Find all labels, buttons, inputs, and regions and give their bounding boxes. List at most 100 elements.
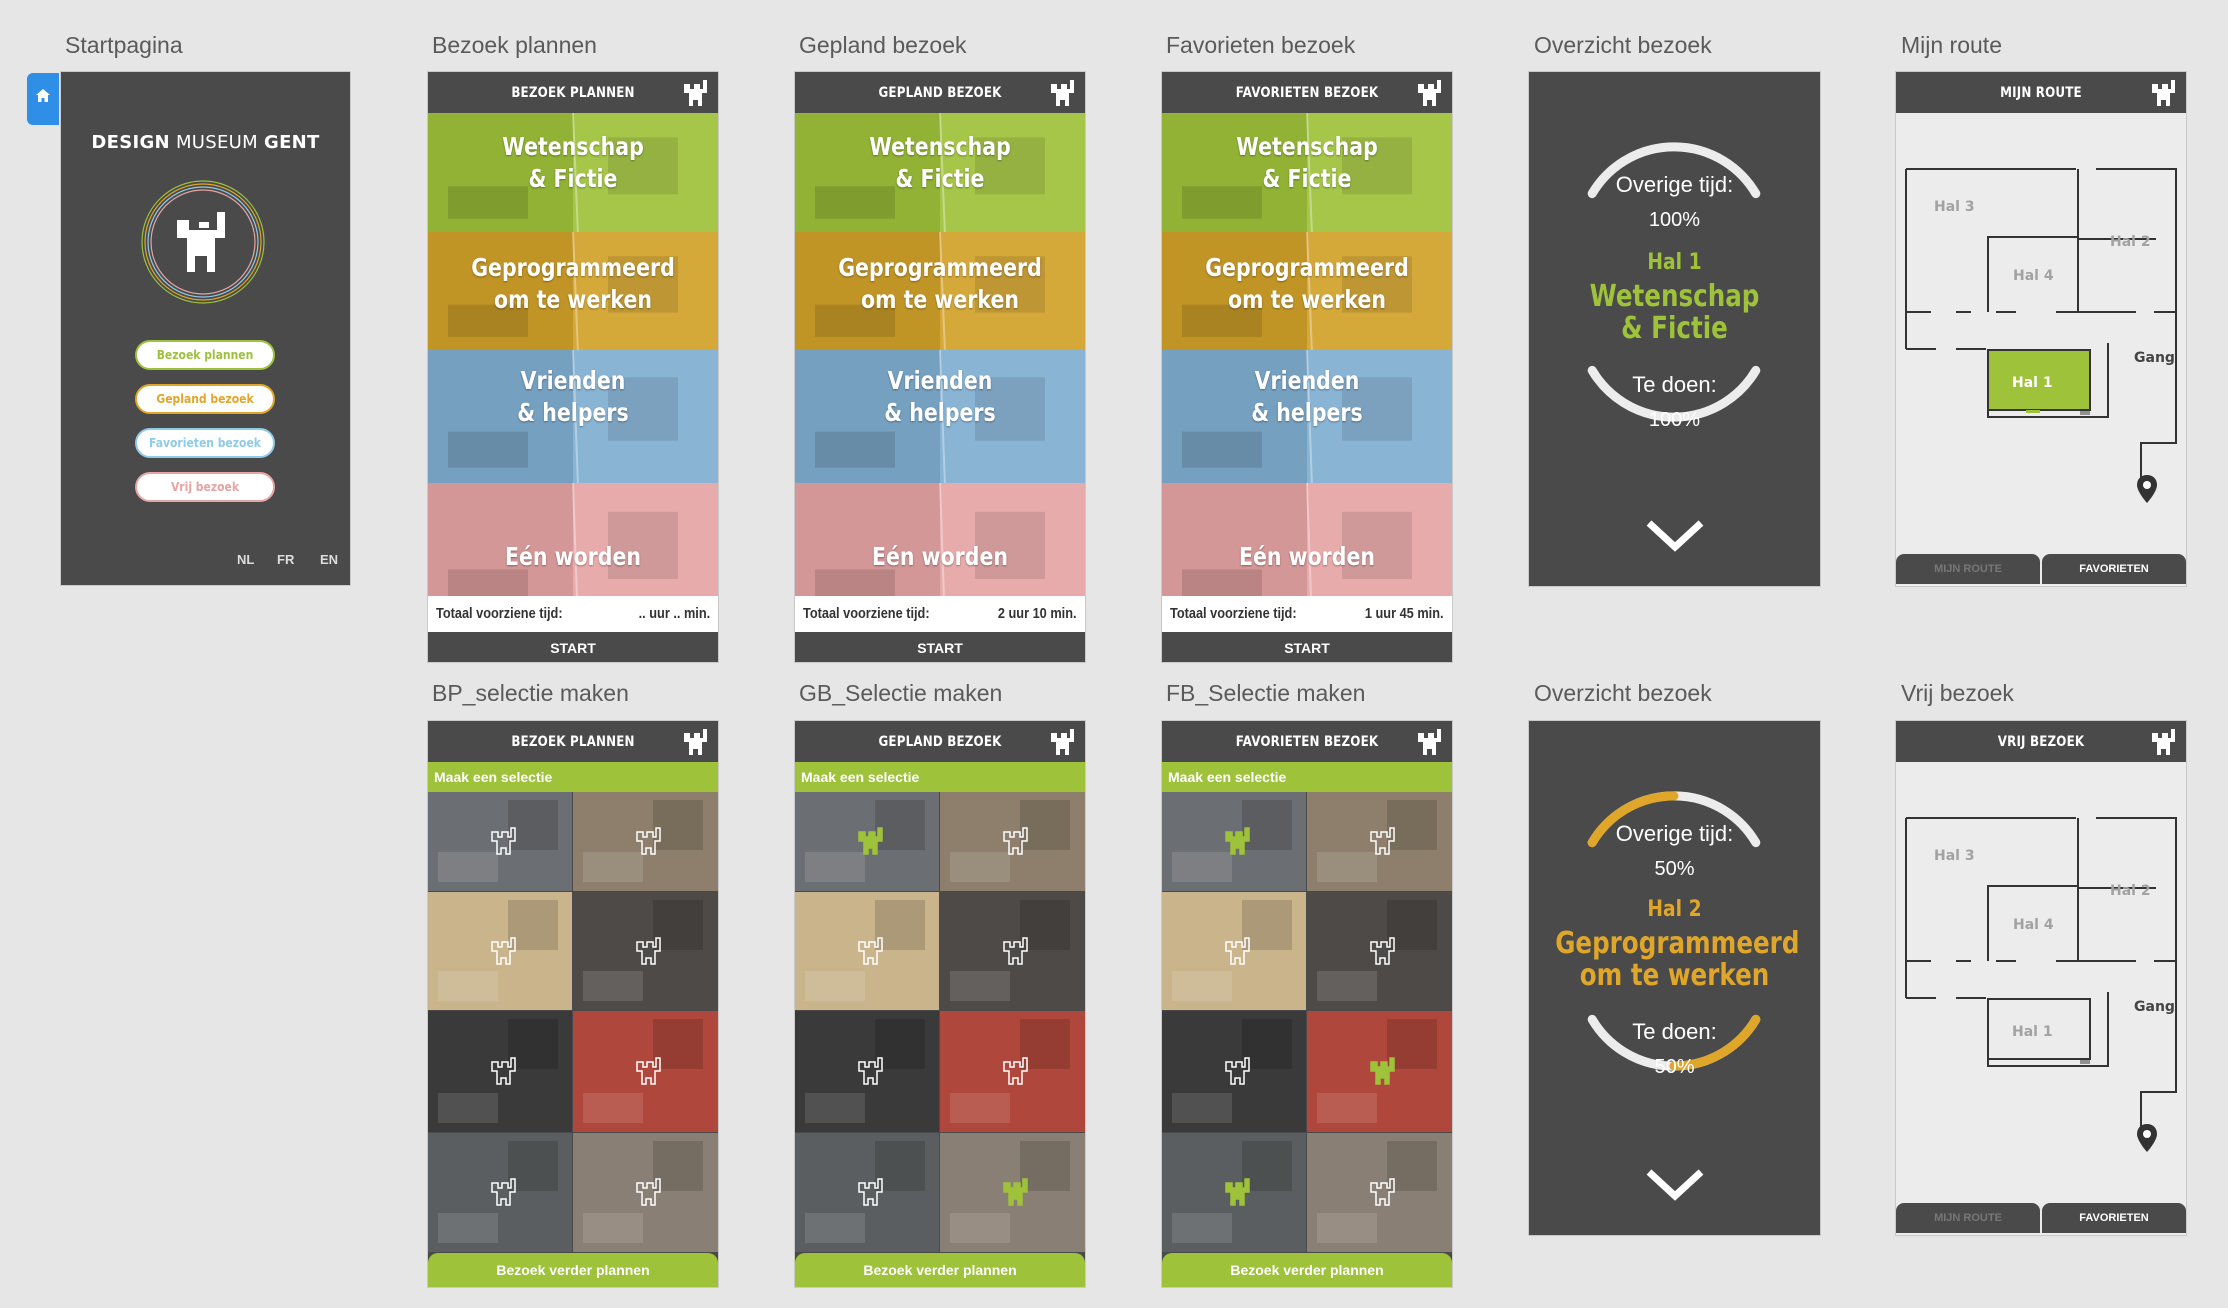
select-marker-icon[interactable] <box>1224 1177 1250 1207</box>
start-button[interactable]: START <box>1162 632 1452 662</box>
continue-planning-button[interactable]: Bezoek verder plannen <box>428 1253 718 1287</box>
chevron-down-icon[interactable] <box>1645 517 1705 553</box>
select-marker-icon[interactable] <box>1369 1177 1395 1207</box>
selection-photo[interactable] <box>573 792 718 891</box>
my-route-screen: MIJN ROUTE Hal 3 Hal 2 Hal 4 Hal 1 Gang … <box>1896 72 2186 586</box>
selection-photo[interactable] <box>1307 1133 1452 1252</box>
select-marker-icon[interactable] <box>635 1177 661 1207</box>
museum-logo-icon[interactable] <box>1416 727 1442 755</box>
selection-photo[interactable] <box>1307 892 1452 1010</box>
selection-photo[interactable] <box>1162 792 1306 891</box>
museum-logo-icon[interactable] <box>682 727 708 755</box>
plan-visit-button[interactable]: Bezoek plannen <box>135 340 275 370</box>
selection-photo[interactable] <box>1307 792 1452 891</box>
current-category-line2: & Fictie <box>1621 311 1728 346</box>
header: FAVORIETEN BEZOEK <box>1162 72 1452 113</box>
tab-favorites[interactable]: FAVORIETEN <box>2042 1203 2186 1233</box>
favorites-visit-screen: FAVORIETEN BEZOEK Wetenschap & Fictie Gepro… <box>1162 72 1452 662</box>
select-marker-icon[interactable] <box>1002 1056 1028 1086</box>
current-category-line2: om te werken <box>1579 958 1770 993</box>
museum-logo-icon[interactable] <box>1049 727 1075 755</box>
select-marker-icon[interactable] <box>1369 826 1395 856</box>
start-button[interactable]: START <box>428 632 718 662</box>
select-marker-icon[interactable] <box>857 826 883 856</box>
category-tile[interactable]: Wetenschap & Fictie <box>428 113 718 235</box>
select-marker-icon[interactable] <box>1002 936 1028 966</box>
select-marker-icon[interactable] <box>857 936 883 966</box>
selection-photo[interactable] <box>428 1133 572 1252</box>
continue-planning-button[interactable]: Bezoek verder plannen <box>1162 1253 1452 1287</box>
selection-photo[interactable] <box>940 1011 1085 1132</box>
remaining-time-value: 100% <box>1648 209 1701 231</box>
category-tile[interactable]: Vrienden & helpers <box>428 350 718 486</box>
category-subtitle: & Fictie <box>528 164 618 193</box>
language-nl[interactable]: NL <box>237 552 254 567</box>
category-tile[interactable]: Vrienden & helpers <box>1162 350 1452 486</box>
selection-photo[interactable] <box>795 1011 939 1132</box>
selection-photo[interactable] <box>1162 1133 1306 1252</box>
selection-photo[interactable] <box>940 892 1085 1010</box>
museum-logo-icon[interactable] <box>2150 727 2176 755</box>
select-marker-icon[interactable] <box>635 826 661 856</box>
select-marker-icon[interactable] <box>857 1056 883 1086</box>
selection-photo[interactable] <box>428 1011 572 1132</box>
planned-visit-button[interactable]: Gepland bezoek <box>135 384 275 414</box>
tab-favorites[interactable]: FAVORIETEN <box>2042 554 2186 584</box>
selection-photo[interactable] <box>795 892 939 1010</box>
start-button[interactable]: START <box>795 632 1085 662</box>
selection-photo[interactable] <box>940 792 1085 891</box>
select-marker-icon[interactable] <box>1224 1056 1250 1086</box>
category-tile[interactable]: Geprogrammeerd om te werken <box>1162 232 1452 353</box>
free-visit-button[interactable]: Vrij bezoek <box>135 472 275 502</box>
select-marker-icon[interactable] <box>1002 826 1028 856</box>
continue-planning-button[interactable]: Bezoek verder plannen <box>795 1253 1085 1287</box>
select-marker-icon[interactable] <box>490 936 516 966</box>
selection-photo[interactable] <box>1307 1011 1452 1132</box>
selection-photo[interactable] <box>1162 892 1306 1010</box>
selection-photo[interactable] <box>573 892 718 1010</box>
category-subtitle: & helpers <box>884 398 996 427</box>
select-marker-icon[interactable] <box>490 1177 516 1207</box>
chevron-down-icon[interactable] <box>1645 1166 1705 1202</box>
free-visit-screen: VRIJ BEZOEK Hal 3 Hal 2 Hal 4 Hal 1 Gang… <box>1896 721 2186 1235</box>
selection-photo[interactable] <box>428 892 572 1010</box>
selection-photo[interactable] <box>573 1133 718 1252</box>
todo-value: 50% <box>1654 1056 1695 1078</box>
select-marker-icon[interactable] <box>1224 826 1250 856</box>
language-en[interactable]: EN <box>320 552 338 567</box>
selection-photo[interactable] <box>795 792 939 891</box>
museum-logo-icon[interactable] <box>682 78 708 106</box>
category-tile[interactable]: Geprogrammeerd om te werken <box>795 232 1085 353</box>
home-tab[interactable] <box>27 73 59 125</box>
select-marker-icon[interactable] <box>1369 936 1395 966</box>
select-marker-icon[interactable] <box>857 1177 883 1207</box>
select-marker-icon[interactable] <box>635 1056 661 1086</box>
category-tile[interactable]: Geprogrammeerd om te werken <box>428 232 718 353</box>
board-title-bp-selection: BP_selectie maken <box>432 680 629 706</box>
total-time-bar: Totaal voorziene tijd: 1 uur 45 min. <box>1162 596 1452 632</box>
selection-photo[interactable] <box>573 1011 718 1132</box>
selection-photo[interactable] <box>940 1133 1085 1252</box>
tab-my-route[interactable]: MIJN ROUTE <box>1896 554 2040 584</box>
select-marker-icon[interactable] <box>1002 1177 1028 1207</box>
select-marker-icon[interactable] <box>635 936 661 966</box>
museum-logo-icon[interactable] <box>1049 78 1075 106</box>
category-tile[interactable]: Vrienden & helpers <box>795 350 1085 486</box>
header-title: FAVORIETEN BEZOEK <box>1235 85 1379 101</box>
gang-label: Gang <box>2134 999 2175 1015</box>
total-time-value: 2 uur 10 min. <box>998 605 1077 622</box>
favorites-visit-button[interactable]: Favorieten bezoek <box>135 428 275 458</box>
museum-logo-icon[interactable] <box>2150 78 2176 106</box>
select-marker-icon[interactable] <box>1224 936 1250 966</box>
selection-photo[interactable] <box>795 1133 939 1252</box>
selection-photo[interactable] <box>1162 1011 1306 1132</box>
museum-logo-icon[interactable] <box>1416 78 1442 106</box>
selection-photo[interactable] <box>428 792 572 891</box>
language-fr[interactable]: FR <box>277 552 294 567</box>
tab-my-route[interactable]: MIJN ROUTE <box>1896 1203 2040 1233</box>
select-marker-icon[interactable] <box>490 826 516 856</box>
select-marker-icon[interactable] <box>1369 1056 1395 1086</box>
select-marker-icon[interactable] <box>490 1056 516 1086</box>
category-tile[interactable]: Wetenschap & Fictie <box>795 113 1085 235</box>
category-tile[interactable]: Wetenschap & Fictie <box>1162 113 1452 235</box>
